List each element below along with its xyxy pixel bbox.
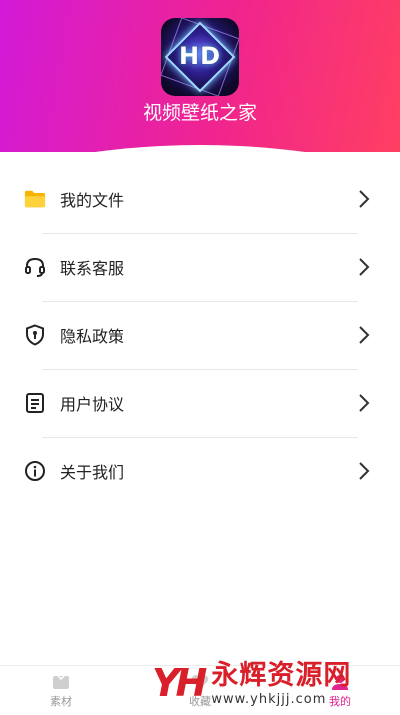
chevron-right-icon: [356, 257, 372, 277]
headset-icon: [24, 256, 46, 278]
app-logo: HD: [161, 18, 239, 96]
chevron-right-icon: [356, 461, 372, 481]
tab-material[interactable]: 素材: [31, 670, 91, 709]
settings-menu: 我的文件 联系客服 隐私政策 用户协议 关于我们: [0, 165, 400, 505]
watermark-logo: YH: [152, 661, 207, 705]
chevron-right-icon: [356, 393, 372, 413]
folder-icon: [24, 188, 46, 210]
menu-item-about-us[interactable]: 关于我们: [0, 437, 400, 505]
info-icon: [24, 460, 46, 482]
menu-item-user-agreement[interactable]: 用户协议: [0, 369, 400, 437]
menu-item-label: 联系客服: [60, 259, 125, 278]
profile-header: HD 视频壁纸之家: [0, 0, 400, 152]
menu-item-customer-service[interactable]: 联系客服: [0, 233, 400, 301]
header-curve: [0, 145, 400, 152]
app-title: 视频壁纸之家: [142, 102, 257, 124]
material-icon: [52, 674, 70, 690]
menu-item-label: 我的文件: [60, 191, 125, 210]
menu-item-label: 隐私政策: [60, 327, 125, 346]
document-icon: [24, 392, 46, 414]
logo-hd-text: HD: [178, 42, 221, 70]
menu-item-privacy-policy[interactable]: 隐私政策: [0, 301, 400, 369]
menu-item-label: 关于我们: [60, 463, 125, 482]
watermark: YH 永辉资源网 www.yhkjjj.com: [152, 654, 377, 712]
menu-item-my-files[interactable]: 我的文件: [0, 165, 400, 233]
shield-icon: [24, 324, 46, 346]
tab-label: 素材: [50, 695, 72, 708]
watermark-title: 永辉资源网: [211, 659, 352, 691]
chevron-right-icon: [356, 189, 372, 209]
menu-item-label: 用户协议: [60, 395, 125, 414]
chevron-right-icon: [356, 325, 372, 345]
watermark-url: www.yhkjjj.com: [211, 691, 327, 707]
